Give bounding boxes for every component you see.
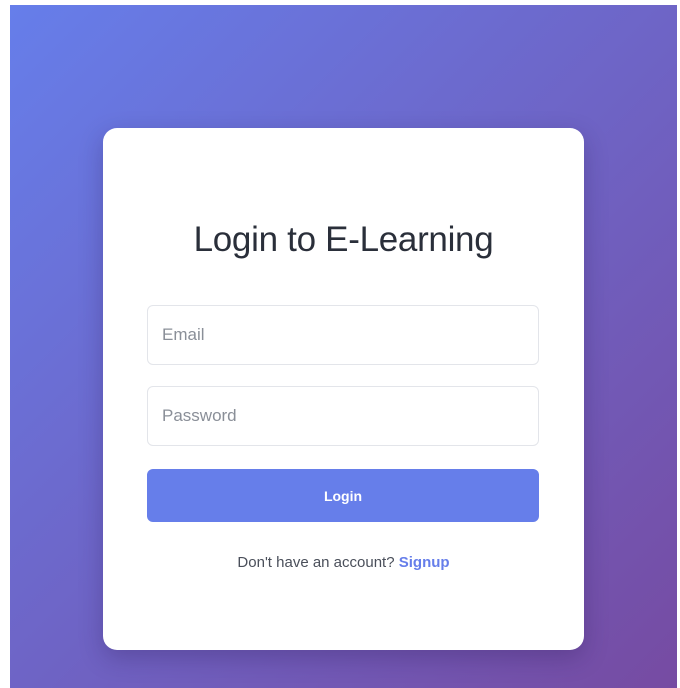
page-background: Login to E-Learning Login Don't have an … bbox=[10, 5, 677, 688]
login-button[interactable]: Login bbox=[147, 469, 539, 522]
password-input[interactable] bbox=[147, 386, 539, 446]
login-title: Login to E-Learning bbox=[193, 220, 494, 259]
signup-prompt-row: Don't have an account? Signup bbox=[103, 554, 584, 571]
login-card: Login to E-Learning Login Don't have an … bbox=[103, 128, 584, 650]
email-input[interactable] bbox=[147, 305, 539, 365]
signup-link[interactable]: Signup bbox=[399, 554, 450, 571]
signup-prompt-text: Don't have an account? bbox=[237, 554, 399, 571]
